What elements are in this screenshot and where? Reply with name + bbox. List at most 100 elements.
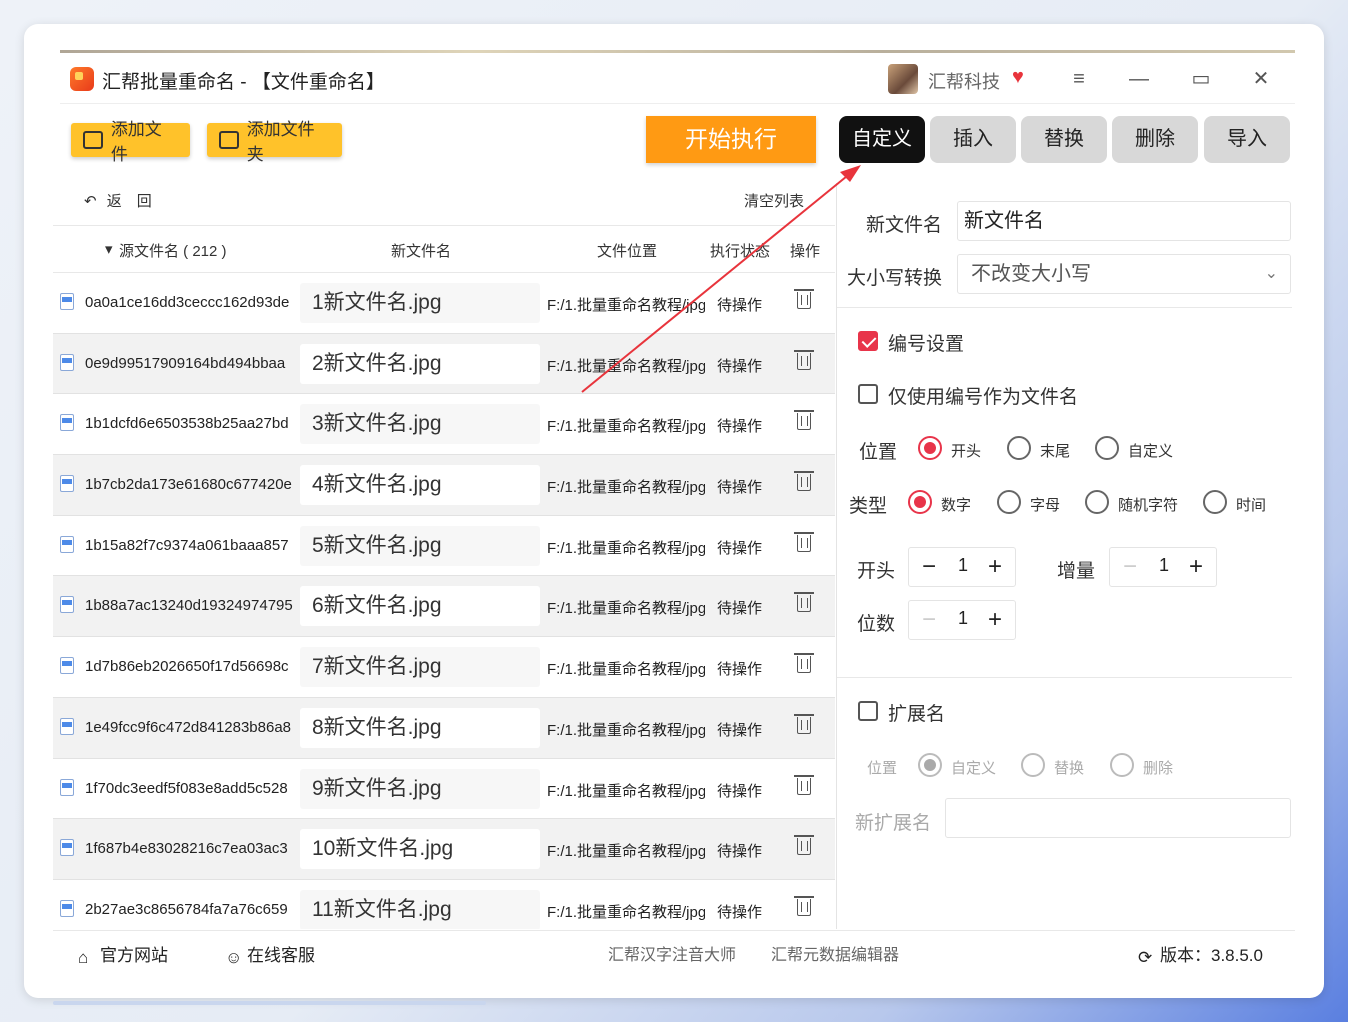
clear-list-button[interactable]: 清空列表 <box>744 190 804 211</box>
type-time-radio[interactable] <box>1203 490 1227 514</box>
file-list: 0a0a1ce16dd3ceccc162d93de 1新文件名.jpg F:/1.批… <box>53 273 835 929</box>
source-filename: 0e9d99517909164bd494bbaa <box>85 354 286 372</box>
file-location: F:/1.批量重命名教程/jpg <box>547 297 705 314</box>
status-text: 待操作 <box>717 539 763 557</box>
trash-icon[interactable] <box>794 410 814 431</box>
tab-import[interactable]: 导入 <box>1204 116 1290 163</box>
source-filename: 1f70dc3eedf5f083e8add5c528 <box>85 779 288 797</box>
header-status: 执行状态 <box>710 243 771 260</box>
start-button[interactable]: 开始执行 <box>646 116 816 163</box>
position-custom-radio[interactable] <box>1095 436 1119 460</box>
table-row[interactable]: 1f70dc3eedf5f083e8add5c528 9新文件名.jpg F:/1.… <box>53 759 835 820</box>
file-location: F:/1.批量重命名教程/jpg <box>547 721 705 739</box>
divider <box>837 307 1292 308</box>
online-support-link[interactable]: ☺ 在线客服 <box>225 941 315 967</box>
ext-custom-label: 自定义 <box>951 760 997 777</box>
table-row[interactable]: 1b1dcfd6e6503538b25aa27bd 3新文件名.jpg F:/1.批… <box>53 394 835 456</box>
file-location: F:/1.批量重命名教程/jpg <box>547 600 705 618</box>
refresh-icon: ⟳ <box>1138 948 1153 967</box>
table-row[interactable]: 1d7b86eb2026650f17d56698c 7新文件名.jpg F:/1.批… <box>53 637 835 698</box>
source-filename: 0a0a1ce16dd3ceccc162d93de <box>85 294 290 311</box>
trash-icon[interactable] <box>794 774 814 795</box>
header-source[interactable]: 源文件名 ( 212 ) <box>119 240 227 261</box>
file-location: F:/1.批量重命名教程/jpg <box>547 903 705 921</box>
status-text: 待操作 <box>717 721 763 739</box>
increment-increment-button[interactable]: + <box>1184 554 1208 580</box>
type-letter-radio[interactable] <box>997 490 1021 514</box>
trash-icon[interactable] <box>794 349 814 370</box>
table-row[interactable]: 1b7cb2da173e61680c677420e 4新文件名.jpg F:/1.批… <box>53 455 835 516</box>
trash-icon[interactable] <box>794 592 814 613</box>
source-filename: 1b15a82f7c9374a061baaa857 <box>85 536 289 554</box>
vip-heart-icon[interactable]: ♥ <box>1012 66 1036 90</box>
image-file-icon <box>60 414 74 432</box>
add-file-button[interactable]: 添加文件 <box>71 120 190 164</box>
tab-replace[interactable]: 替换 <box>1021 116 1107 163</box>
type-number-radio[interactable] <box>908 490 932 514</box>
add-folder-label: 添加文件夹 <box>246 120 315 164</box>
table-row[interactable]: 1b15a82f7c9374a061baaa857 5新文件名.jpg F:/1.批… <box>53 516 835 577</box>
trash-icon[interactable] <box>794 531 814 552</box>
horizontal-scrollbar[interactable] <box>53 1001 486 1005</box>
new-name-label: 新文件名 <box>866 215 943 236</box>
digits-increment-button[interactable]: + <box>983 607 1007 633</box>
tab-delete[interactable]: 删除 <box>1112 116 1198 163</box>
new-filename: 5新文件名.jpg <box>300 525 540 566</box>
new-filename: 1新文件名.jpg <box>300 283 540 323</box>
trash-icon[interactable] <box>794 895 814 916</box>
image-file-icon <box>60 353 74 371</box>
ext-delete-radio[interactable] <box>1110 753 1134 777</box>
add-folder-button[interactable]: 添加文件夹 <box>207 120 342 164</box>
status-text: 待操作 <box>717 479 763 497</box>
new-extension-label: 新扩展名 <box>855 813 932 834</box>
new-name-input[interactable]: 新文件名 <box>957 201 1291 241</box>
trash-icon[interactable] <box>794 289 814 309</box>
user-avatar[interactable] <box>888 64 918 94</box>
table-row[interactable]: 1f687b4e83028216c7ea03ac3 10新文件名.jpg F:/1.… <box>53 819 835 880</box>
trash-icon[interactable] <box>794 653 814 674</box>
start-increment-button[interactable]: + <box>983 554 1007 580</box>
support-label: 在线客服 <box>247 946 315 965</box>
position-start-radio[interactable] <box>918 436 942 460</box>
type-random-radio[interactable] <box>1085 490 1109 514</box>
minimize-icon[interactable]: — <box>1124 64 1154 94</box>
back-button[interactable]: ↶ 返 回 <box>84 190 152 211</box>
status-text: 待操作 <box>717 843 763 861</box>
numbering-checkbox[interactable] <box>858 331 878 351</box>
tab-insert[interactable]: 插入 <box>930 116 1016 163</box>
table-row[interactable]: 0e9d99517909164bd494bbaa 2新文件名.jpg F:/1.批量… <box>53 333 835 395</box>
pinyin-tool-link[interactable]: 汇帮汉字注音大师 <box>608 941 736 965</box>
trash-icon[interactable] <box>794 713 814 734</box>
extension-checkbox[interactable] <box>858 701 878 721</box>
official-website-link[interactable]: ⌂ 官方网站 <box>78 941 168 967</box>
metadata-editor-link[interactable]: 汇帮元数据编辑器 <box>771 941 899 965</box>
position-end-radio[interactable] <box>1007 436 1031 460</box>
new-filename: 9新文件名.jpg <box>300 768 540 809</box>
trash-icon[interactable] <box>794 471 814 492</box>
close-icon[interactable]: ✕ <box>1246 64 1276 94</box>
user-name[interactable]: 汇帮科技 <box>928 68 1000 94</box>
list-header: ▾ 源文件名 ( 212 ) 新文件名 文件位置 执行状态 操作 <box>53 225 835 273</box>
ext-replace-radio[interactable] <box>1021 753 1045 777</box>
table-row[interactable]: 1e49fcc9f6c472d841283b86a8 8新文件名.jpg F:/1.… <box>53 697 835 759</box>
ext-custom-radio[interactable] <box>918 753 942 777</box>
tab-custom[interactable]: 自定义 <box>839 116 925 163</box>
folder-add-icon <box>219 131 239 149</box>
trash-icon[interactable] <box>794 835 814 856</box>
case-select[interactable]: 不改变大小写 ⌄ <box>957 254 1291 294</box>
increment-label: 增量 <box>1057 561 1096 582</box>
maximize-icon[interactable]: ▭ <box>1186 64 1216 94</box>
version-info[interactable]: ⟳ 版本：3.8.5.0 <box>1138 941 1263 967</box>
digits-label: 位数 <box>857 614 896 635</box>
file-list-icon <box>83 131 103 149</box>
new-extension-input[interactable] <box>945 798 1291 838</box>
menu-icon[interactable]: ≡ <box>1064 64 1094 94</box>
table-row[interactable]: 1b88a7ac13240d19324974795 6新文件名.jpg F:/1.批… <box>53 576 835 638</box>
position-end-label: 末尾 <box>1040 443 1071 460</box>
sort-caret-icon[interactable]: ▾ <box>105 240 113 258</box>
table-row[interactable]: 2b27ae3c8656784fa7a76c659 11新文件名.jpg F:/1.… <box>53 880 835 929</box>
position-label: 位置 <box>859 442 898 463</box>
new-filename: 2新文件名.jpg <box>300 343 540 384</box>
only-number-checkbox[interactable] <box>858 384 878 404</box>
table-row[interactable]: 0a0a1ce16dd3ceccc162d93de 1新文件名.jpg F:/1.批… <box>53 273 835 334</box>
